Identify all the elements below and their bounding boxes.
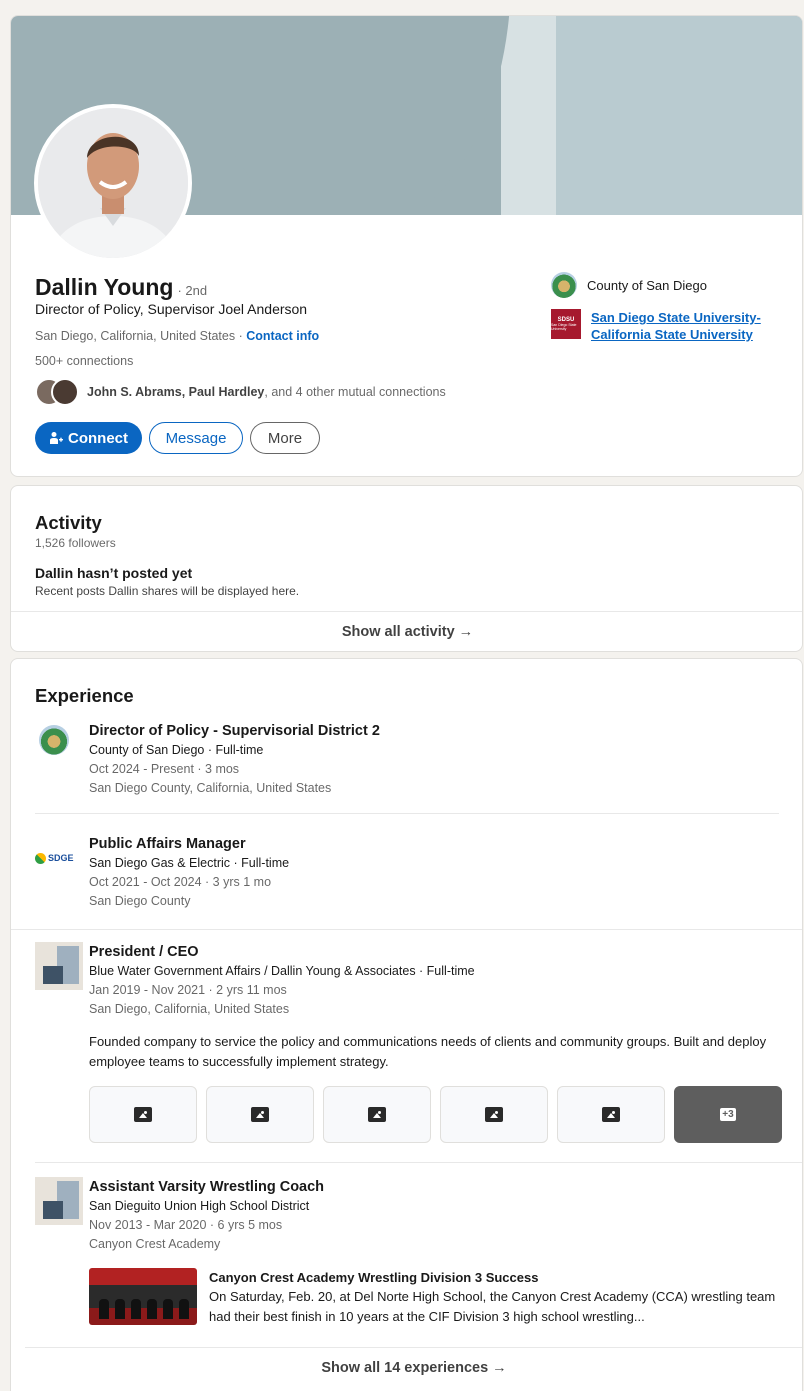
profile-location: San Diego, California, United States · C…: [35, 329, 320, 343]
profile-headline: Director of Policy, Supervisor Joel Ande…: [35, 301, 308, 317]
company-placeholder-icon: [35, 942, 83, 990]
company-placeholder-icon: [35, 1177, 83, 1225]
connections-count[interactable]: 500+ connections: [35, 354, 133, 368]
mutual-connections[interactable]: John S. Abrams, Paul Hardley, and 4 othe…: [35, 378, 446, 406]
image-icon: [251, 1107, 269, 1122]
message-button[interactable]: Message: [149, 422, 243, 454]
job-location: Canyon Crest Academy: [89, 1237, 221, 1251]
followers-count: 1,526 followers: [35, 536, 116, 550]
activity-card: Activity 1,526 followers Dallin hasn’t p…: [10, 485, 803, 652]
education-school[interactable]: SDSU San Diego State University San Dieg…: [551, 309, 766, 343]
activity-title: Activity: [35, 512, 102, 533]
job-company: Blue Water Government Affairs / Dallin Y…: [89, 964, 475, 978]
job-location: San Diego County, California, United Sta…: [89, 781, 332, 795]
profile-actions: Connect Message More: [35, 422, 320, 454]
current-company[interactable]: County of San Diego: [551, 272, 707, 298]
job-title: Director of Policy - Supervisorial Distr…: [89, 723, 380, 739]
experience-title: Experience: [35, 685, 134, 706]
job-location: San Diego, California, United States: [89, 1002, 290, 1016]
county-seal-icon: [39, 725, 69, 755]
media-title: Canyon Crest Academy Wrestling Division …: [209, 1270, 539, 1285]
mutual-avatars: [35, 378, 81, 406]
profile-card: Dallin Young · 2nd Director of Policy, S…: [10, 15, 803, 477]
team-photo: [89, 1268, 197, 1325]
media-thumbnail[interactable]: [89, 1086, 197, 1143]
media-thumbnail[interactable]: [206, 1086, 314, 1143]
job-dates: Nov 2013 - Mar 2020 · 6 yrs 5 mos: [89, 1218, 283, 1232]
connect-button[interactable]: Connect: [35, 422, 142, 454]
media-link[interactable]: Canyon Crest Academy Wrestling Division …: [89, 1268, 799, 1327]
add-person-icon: [50, 432, 63, 444]
contact-info-link[interactable]: Contact info: [246, 329, 319, 343]
job-company: San Dieguito Union High School District: [89, 1199, 310, 1213]
job-dates: Oct 2021 - Oct 2024 · 3 yrs 1 mo: [89, 875, 272, 889]
job-title: Public Affairs Manager: [89, 836, 246, 852]
job-dates: Jan 2019 - Nov 2021 · 2 yrs 11 mos: [89, 983, 287, 997]
job-description: Founded company to service the policy an…: [89, 1034, 767, 1069]
media-description: On Saturday, Feb. 20, at Del Norte High …: [209, 1289, 776, 1324]
image-icon: [485, 1107, 503, 1122]
job-dates: Oct 2024 - Present · 3 mos: [89, 762, 240, 776]
no-posts-subtitle: Recent posts Dallin shares will be displ…: [35, 584, 300, 598]
avatar: [51, 378, 79, 406]
media-thumbnails: +3: [89, 1086, 799, 1143]
media-thumbnail[interactable]: [440, 1086, 548, 1143]
job-title: Assistant Varsity Wrestling Coach: [89, 1179, 325, 1195]
sdsu-logo-icon: SDSU San Diego State University: [551, 309, 581, 339]
job-company: San Diego Gas & Electric · Full-time: [89, 856, 290, 870]
image-icon: [134, 1107, 152, 1122]
profile-photo[interactable]: [34, 104, 192, 262]
experience-card: Experience Director of Policy - Supervis…: [10, 658, 803, 1391]
job-company: County of San Diego · Full-time: [89, 743, 264, 757]
show-all-activity-button[interactable]: Show all activity →: [11, 611, 802, 651]
job-title: President / CEO: [89, 944, 199, 960]
county-seal-icon: [551, 272, 577, 298]
image-icon: [602, 1107, 620, 1122]
image-icon: [368, 1107, 386, 1122]
job-location: San Diego County: [89, 894, 191, 908]
media-thumbnail[interactable]: [557, 1086, 665, 1143]
sdge-logo-icon: SDGE: [35, 834, 83, 882]
media-thumbnail[interactable]: [323, 1086, 431, 1143]
person-photo-icon: [38, 108, 188, 258]
profile-name: Dallin Young: [35, 274, 174, 300]
more-button[interactable]: More: [250, 422, 320, 454]
connection-degree: · 2nd: [177, 283, 208, 298]
show-all-experiences-button[interactable]: Show all 14 experiences →: [25, 1347, 802, 1387]
more-media-button[interactable]: +3: [674, 1086, 782, 1143]
no-posts-title: Dallin hasn’t posted yet: [35, 565, 193, 581]
